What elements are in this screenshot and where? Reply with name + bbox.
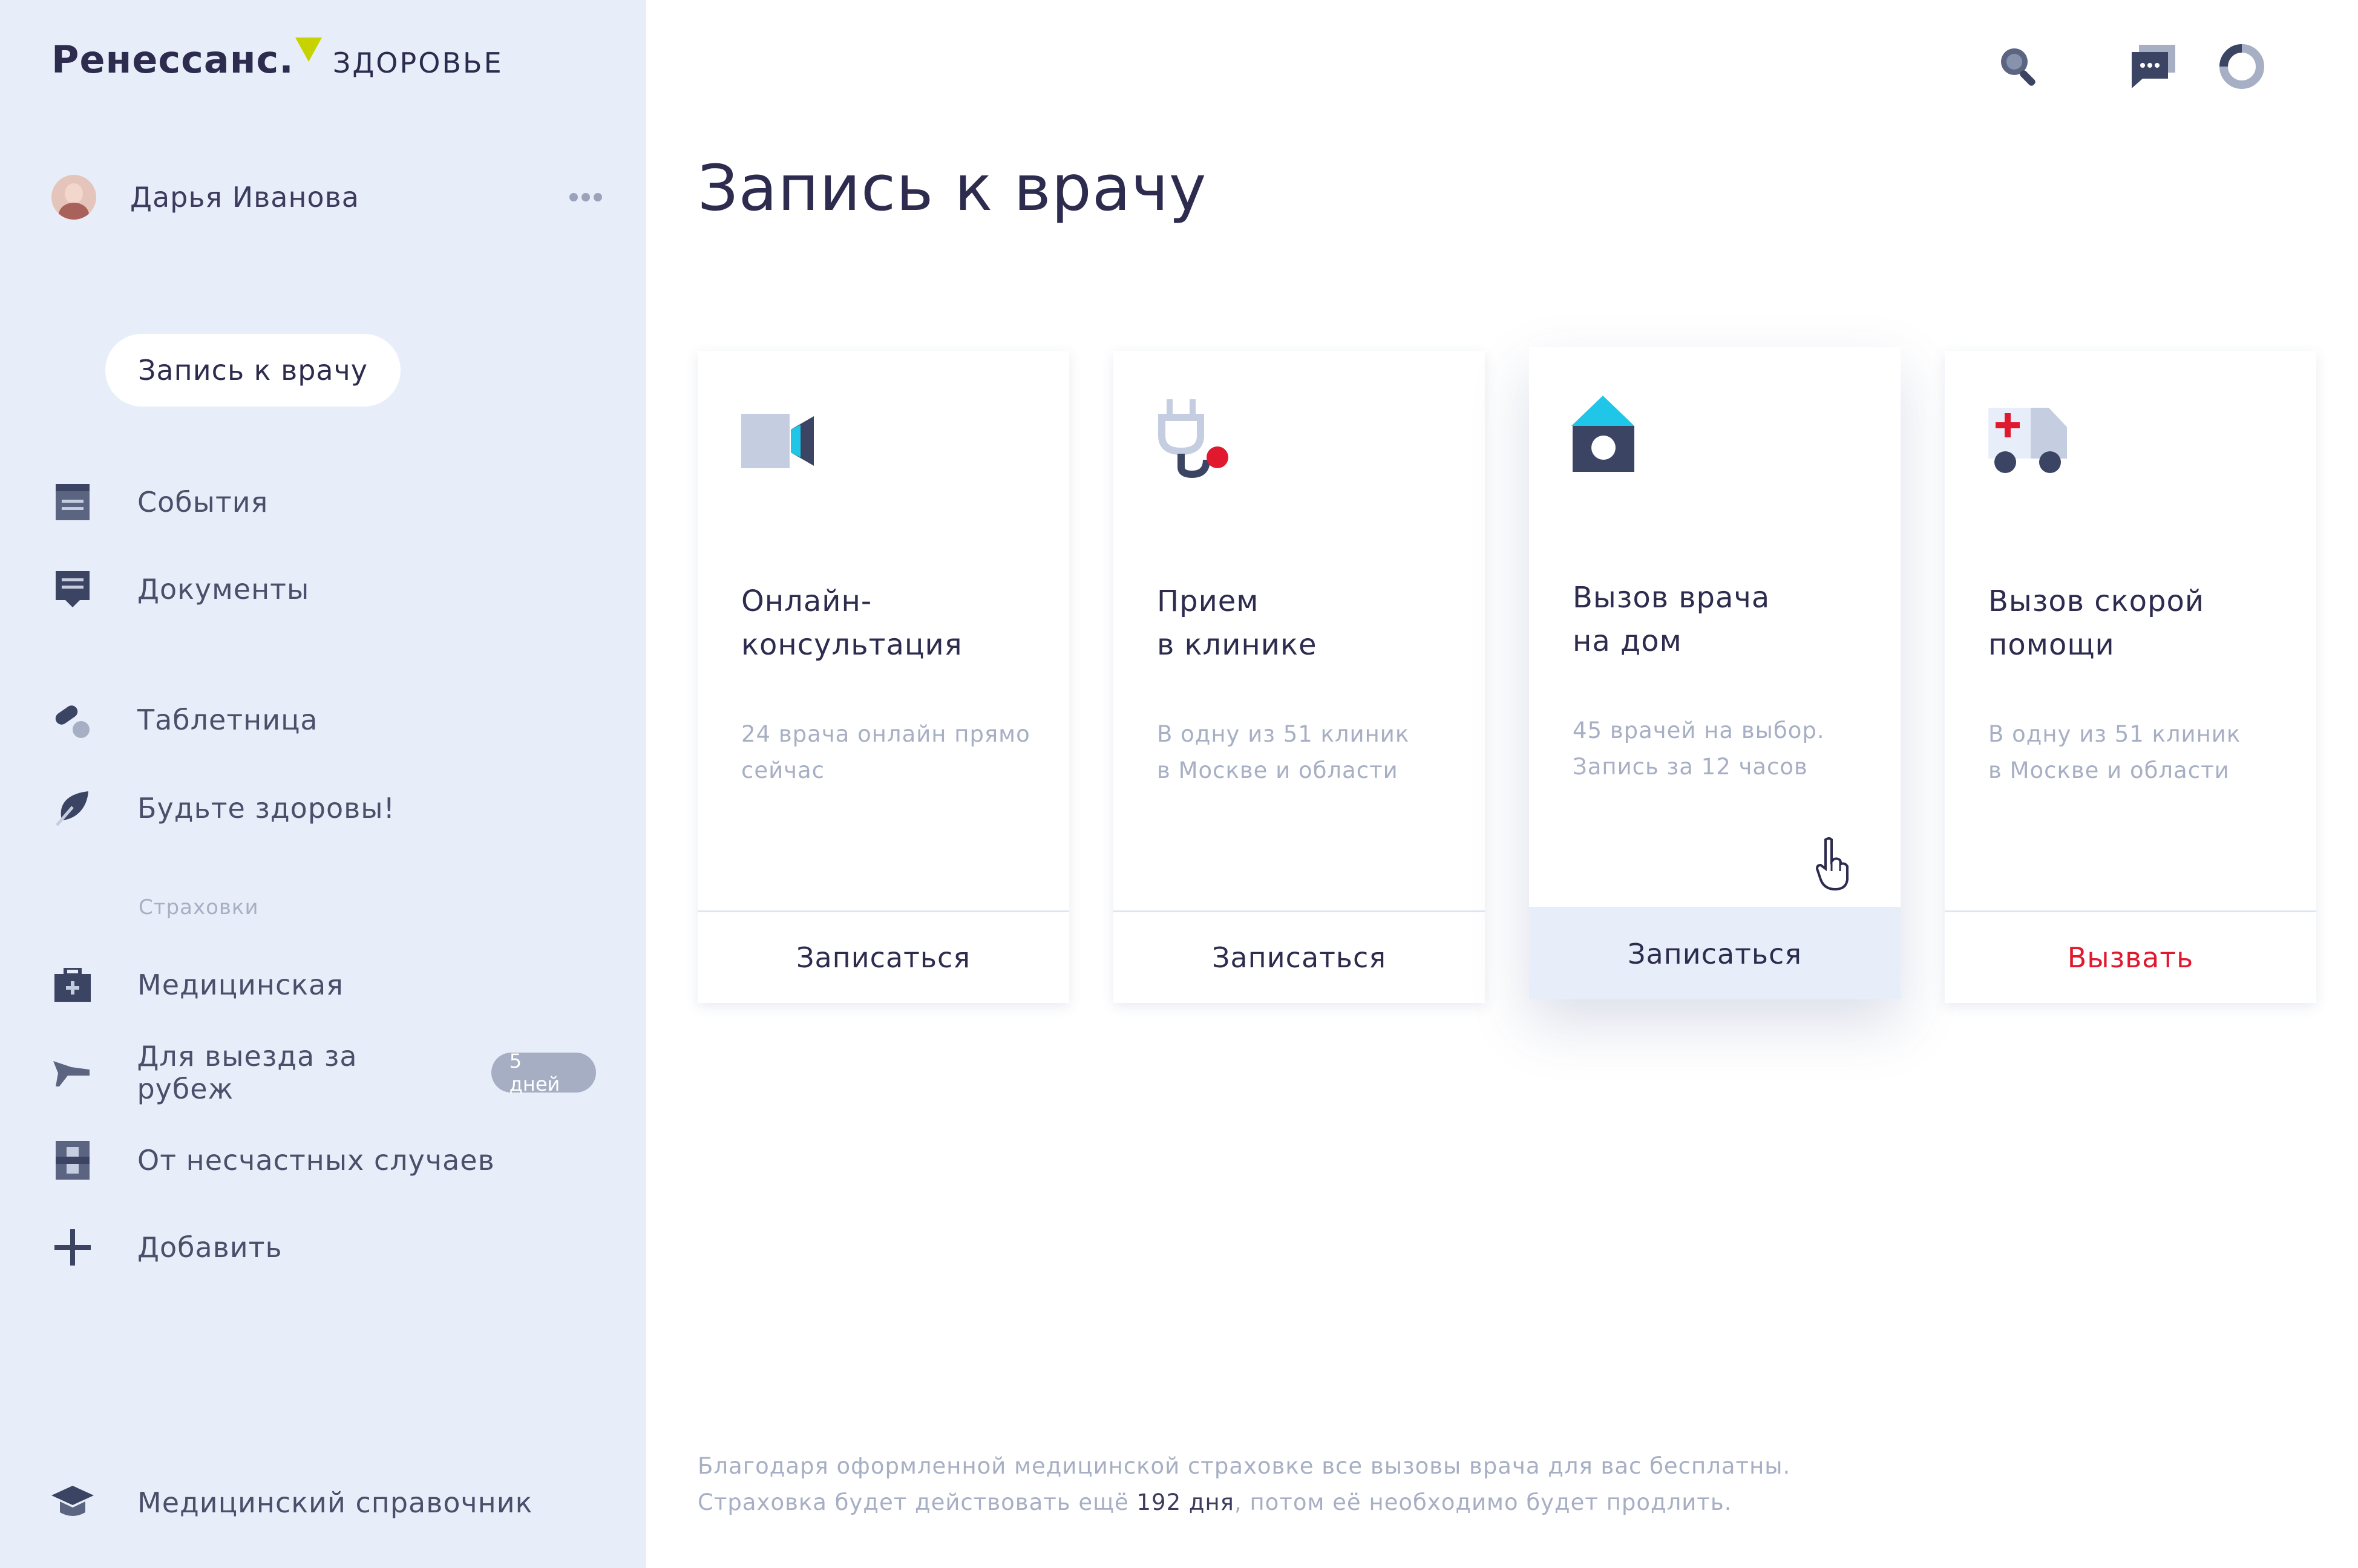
card-title: Вызов врача на дом: [1573, 581, 1770, 658]
brand-sub: ЗДОРОВЬЕ: [332, 47, 503, 79]
card-home-visit[interactable]: Вызов врача на дом 45 врачей на выбор. З…: [1529, 347, 1901, 999]
sidebar-item-label: Будьте здоровы!: [137, 792, 396, 825]
header-toolbar: [1995, 42, 2358, 97]
sidebar-item-label: События: [137, 486, 269, 518]
brand-triangle-icon: [295, 38, 322, 62]
document-icon: [51, 568, 94, 610]
sidebar-item-documents[interactable]: Документы: [51, 565, 596, 613]
book-button[interactable]: Записаться: [1529, 907, 1901, 999]
card-title: Вызов скорой помощи: [1988, 584, 2205, 662]
sidebar-item-label: Таблетница: [137, 704, 318, 736]
card-description: В одну из 51 клиник в Москве и области: [1157, 721, 1410, 783]
card-clinic-visit[interactable]: Прием в клинике В одну из 51 клиник в Мо…: [1113, 351, 1485, 1003]
sidebar-item-accident[interactable]: От несчастных случаев: [51, 1136, 596, 1184]
brand-logo[interactable]: Ренессанс. ЗДОРОВЬЕ: [51, 38, 503, 98]
sidebar: Ренессанс. ЗДОРОВЬЕ Дарья Иванова Запись …: [0, 0, 646, 1568]
sidebar-item-travel[interactable]: Для выезда за рубеж 5 дней: [51, 1040, 596, 1105]
card-online-consultation[interactable]: Онлайн- консультация 24 врача онлайн пря…: [698, 351, 1069, 1003]
card-description: 45 врачей на выбор. Запись за 12 часов: [1573, 717, 1825, 780]
days-remaining: 192 дня: [1136, 1489, 1234, 1515]
sidebar-item-events[interactable]: События: [51, 478, 596, 526]
calendar-icon: [51, 481, 94, 523]
bandage-icon: [51, 1139, 94, 1181]
card-title: Онлайн- консультация: [741, 584, 963, 662]
card-description: В одну из 51 клиник в Москве и области: [1988, 721, 2241, 783]
page-title: Запись к врачу: [698, 151, 1207, 225]
avatar[interactable]: [51, 175, 96, 220]
search-icon[interactable]: [1995, 42, 2043, 91]
sidebar-item-medical[interactable]: Медицинская: [51, 961, 596, 1009]
book-button[interactable]: Записаться: [1113, 910, 1485, 1003]
card-ambulance[interactable]: Вызов скорой помощи В одну из 51 клиник …: [1945, 351, 2316, 1003]
section-label-insurance: Страховки: [139, 895, 259, 920]
card-description: 24 врача онлайн прямо сейчас: [741, 721, 1030, 783]
stethoscope-icon: [1156, 399, 1240, 484]
sidebar-item-add[interactable]: Добавить: [51, 1223, 596, 1272]
plane-icon: [51, 1051, 93, 1094]
sidebar-item-label: Медицинская: [137, 969, 344, 1001]
more-options-icon[interactable]: [569, 193, 602, 201]
sidebar-item-label: Для выезда за рубеж: [137, 1040, 358, 1105]
book-button[interactable]: Записаться: [698, 910, 1069, 1003]
chat-icon[interactable]: [2129, 42, 2178, 91]
profile-ring-icon[interactable]: [2218, 42, 2266, 91]
house-icon: [1571, 396, 1656, 480]
video-camera-icon: [740, 399, 825, 484]
leaf-icon: [51, 787, 94, 829]
sidebar-item-label: Добавить: [137, 1231, 283, 1264]
call-ambulance-button[interactable]: Вызвать: [1945, 910, 2316, 1003]
ambulance-icon: [1987, 399, 2072, 484]
plus-icon: [51, 1226, 94, 1269]
status-badge: 5 дней: [491, 1050, 596, 1096]
graduation-cap-icon: [51, 1481, 94, 1524]
brand-name: Ренессанс.: [51, 38, 294, 82]
sidebar-item-appointment[interactable]: Запись к врачу: [105, 334, 401, 407]
user-name: Дарья Иванова: [130, 181, 359, 214]
sidebar-item-pillbox[interactable]: Таблетница: [51, 696, 596, 744]
insurance-note-line2: Страховка будет действовать ещё 192 дня,…: [698, 1489, 1732, 1515]
insurance-note: Благодаря оформленной медицинской страхо…: [698, 1448, 1790, 1521]
sidebar-item-label: От несчастных случаев: [137, 1144, 495, 1177]
hand-cursor-icon: [1815, 837, 1852, 892]
sidebar-item-be-healthy[interactable]: Будьте здоровы!: [51, 784, 596, 832]
insurance-note-line1: Благодаря оформленной медицинской страхо…: [698, 1453, 1791, 1479]
pill-icon: [51, 699, 94, 741]
sidebar-item-label: Медицинский справочник: [137, 1486, 533, 1519]
user-profile[interactable]: Дарья Иванова: [51, 173, 602, 221]
sidebar-item-label: Документы: [137, 573, 310, 606]
card-title: Прием в клинике: [1157, 584, 1317, 662]
medkit-icon: [51, 964, 94, 1006]
sidebar-item-medical-reference[interactable]: Медицинский справочник: [51, 1478, 596, 1527]
